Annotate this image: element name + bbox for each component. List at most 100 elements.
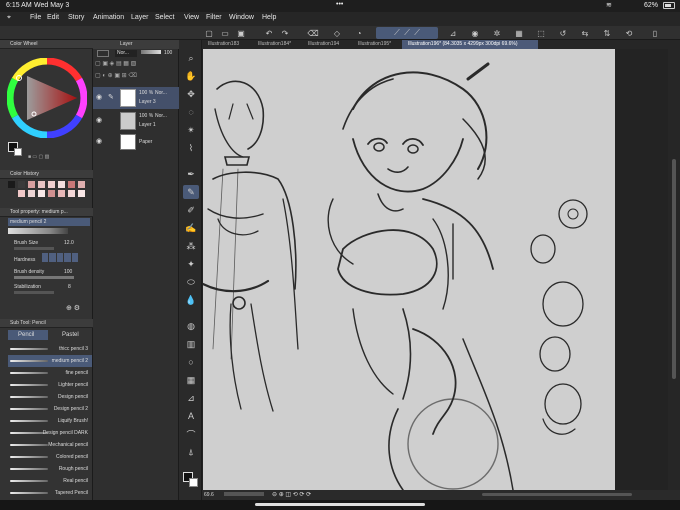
hardness-selector[interactable] — [42, 253, 79, 262]
history-color-swatch[interactable] — [78, 181, 85, 188]
move-icon[interactable]: ✥ — [183, 87, 199, 101]
zoom-icon[interactable]: ⌕ — [183, 51, 199, 65]
history-color-swatch[interactable] — [38, 190, 45, 197]
menu-filter[interactable]: Filter — [206, 14, 222, 21]
menu-file[interactable]: File — [30, 14, 41, 21]
brush-item[interactable]: Mechanical pencil — [8, 439, 92, 451]
sub-color-swatch[interactable] — [14, 148, 22, 156]
history-color-swatch[interactable] — [68, 181, 75, 188]
layer-tools-row-2[interactable]: ▢ ◐ ⊕ ▣ ⊞ ⌫ — [95, 72, 177, 80]
brush-item[interactable]: Colored pencil — [8, 451, 92, 463]
stabilization-value[interactable]: 8 — [68, 284, 71, 290]
brush-item[interactable]: Design pencil — [8, 391, 92, 403]
ruler-tool-icon[interactable]: ⊿ — [183, 391, 199, 405]
brush-item[interactable]: Design pencil DARK — [8, 427, 92, 439]
hand-icon[interactable]: ✋ — [183, 69, 199, 83]
layer-thumb-mode-icon[interactable] — [97, 50, 109, 57]
layer-row-paper[interactable]: ◉ Paper — [93, 133, 179, 151]
brush-item[interactable]: Liquify Brush! — [8, 415, 92, 427]
pencil-icon[interactable]: ✎ — [183, 185, 199, 199]
flip-vertical-icon[interactable]: ⇅ — [600, 27, 614, 39]
stroke-3-icon[interactable]: ⟋ — [414, 28, 420, 38]
tool-property-header[interactable]: Tool property: medium p... — [0, 208, 93, 217]
sub-tool-header[interactable]: Sub Tool: Pencil — [0, 319, 93, 328]
multitask-icon[interactable]: ••• — [336, 1, 343, 8]
tool-property-brush-name[interactable]: medium pencil 2 — [8, 218, 90, 226]
menu-window[interactable]: Window — [229, 14, 254, 21]
menu-animation[interactable]: Animation — [93, 14, 124, 21]
brush-item[interactable]: Rough pencil — [8, 463, 92, 475]
brush-item[interactable]: Design pencil 2 — [8, 403, 92, 415]
doc-tab[interactable]: Illustration183 — [202, 40, 252, 49]
menu-layer[interactable]: Layer — [131, 14, 149, 21]
layer-header[interactable]: Layer — [93, 40, 179, 49]
blend-mode-select[interactable]: Nor... — [115, 50, 137, 57]
history-color-swatch[interactable] — [78, 190, 85, 197]
drawing-canvas[interactable] — [201, 49, 615, 491]
eyedropper-icon[interactable]: ⌇ — [183, 141, 199, 155]
opacity-value[interactable]: 100 — [164, 50, 172, 56]
doc-tab[interactable]: Illustration194 — [302, 40, 352, 49]
visibility-eye-icon[interactable]: ◉ — [96, 116, 102, 124]
zoom-slider[interactable] — [224, 492, 264, 496]
doc-tab-active[interactable]: Illustration196* (84.3035 x 4299px 300dp… — [402, 40, 538, 49]
scrollbar-thumb[interactable] — [672, 159, 676, 379]
shape-icon[interactable]: ◔ — [352, 27, 366, 39]
fill-bucket-icon[interactable]: ◍ — [183, 319, 199, 333]
subtool-tab-pencil[interactable]: Pencil — [8, 330, 48, 340]
brush-item[interactable]: fine pencil — [8, 367, 92, 379]
transform-icon[interactable]: ◇ — [330, 27, 344, 39]
history-color-swatch[interactable] — [48, 181, 55, 188]
doc-tab[interactable]: Illustration195* — [352, 40, 402, 49]
history-color-swatch[interactable] — [38, 181, 45, 188]
grid-icon[interactable]: ▦ — [512, 27, 526, 39]
settings-icon[interactable]: ✲ — [490, 27, 504, 39]
balloon-icon[interactable]: ⌒ — [183, 427, 199, 441]
history-color-swatch[interactable] — [28, 190, 35, 197]
brush-2-icon[interactable]: ✍ — [183, 221, 199, 235]
fill-icon[interactable]: ◉ — [468, 27, 482, 39]
frame-icon[interactable]: ▦ — [183, 373, 199, 387]
color-wheel[interactable] — [7, 58, 87, 138]
opacity-slider[interactable] — [141, 50, 161, 54]
select-icon[interactable]: ⬚ — [534, 27, 548, 39]
stabilization-slider[interactable] — [14, 291, 54, 294]
blend-icon[interactable]: 💧 — [183, 293, 199, 307]
brush-size-value[interactable]: 12.0 — [64, 240, 74, 246]
new-icon[interactable]: ▢ — [202, 27, 216, 39]
brush-size-slider[interactable] — [14, 247, 54, 250]
eraser-icon[interactable]: ⬭ — [183, 275, 199, 289]
subtool-tab-pastel[interactable]: Pastel — [50, 330, 90, 340]
pen-icon[interactable]: ✒ — [183, 167, 199, 181]
undo-icon[interactable]: ↶ — [262, 27, 276, 39]
history-color-swatch[interactable] — [28, 181, 35, 188]
menu-help[interactable]: Help — [262, 14, 276, 21]
app-logo-icon[interactable]: ⌖ — [7, 14, 11, 22]
menu-view[interactable]: View — [184, 14, 199, 21]
save-icon[interactable]: ▣ — [234, 27, 248, 39]
layer-row-layer1[interactable]: ◉ 100 % Nor... Layer 1 — [93, 110, 179, 132]
brush-item[interactable]: medium pencil 2 — [8, 355, 92, 367]
history-color-swatch[interactable] — [58, 181, 65, 188]
visibility-eye-icon[interactable]: ◉ — [96, 93, 102, 101]
zoom-value[interactable]: 69.6 — [204, 492, 214, 498]
brush-icon[interactable]: ✐ — [183, 203, 199, 217]
brush-item[interactable]: Tapered Pencil — [8, 487, 92, 499]
menu-select[interactable]: Select — [155, 14, 174, 21]
device-icon[interactable]: ▯ — [648, 27, 662, 39]
history-color-swatch[interactable] — [68, 190, 75, 197]
history-color-swatch[interactable] — [18, 190, 25, 197]
history-color-swatch[interactable] — [48, 190, 55, 197]
correct-line-icon[interactable]: ⍋ — [183, 445, 199, 459]
flip-icon[interactable]: ⇆ — [578, 27, 592, 39]
layer-row-layer3[interactable]: ◉ ✎ 100 % Nor... Layer 3 — [93, 87, 179, 109]
menu-story[interactable]: Story — [68, 14, 84, 21]
brush-density-slider[interactable] — [14, 276, 74, 279]
history-color-swatch[interactable] — [8, 181, 15, 188]
brush-item[interactable]: thicc pencil 3 — [8, 343, 92, 355]
open-icon[interactable]: ▭ — [218, 27, 232, 39]
text-icon[interactable]: A — [183, 409, 199, 423]
layer-tools-row-1[interactable]: ▢ ▣ ◈ ▤ ▦ ▧ — [95, 60, 177, 68]
lasso-icon[interactable]: ◌ — [183, 105, 199, 119]
brush-item[interactable]: Lighter pencil — [8, 379, 92, 391]
